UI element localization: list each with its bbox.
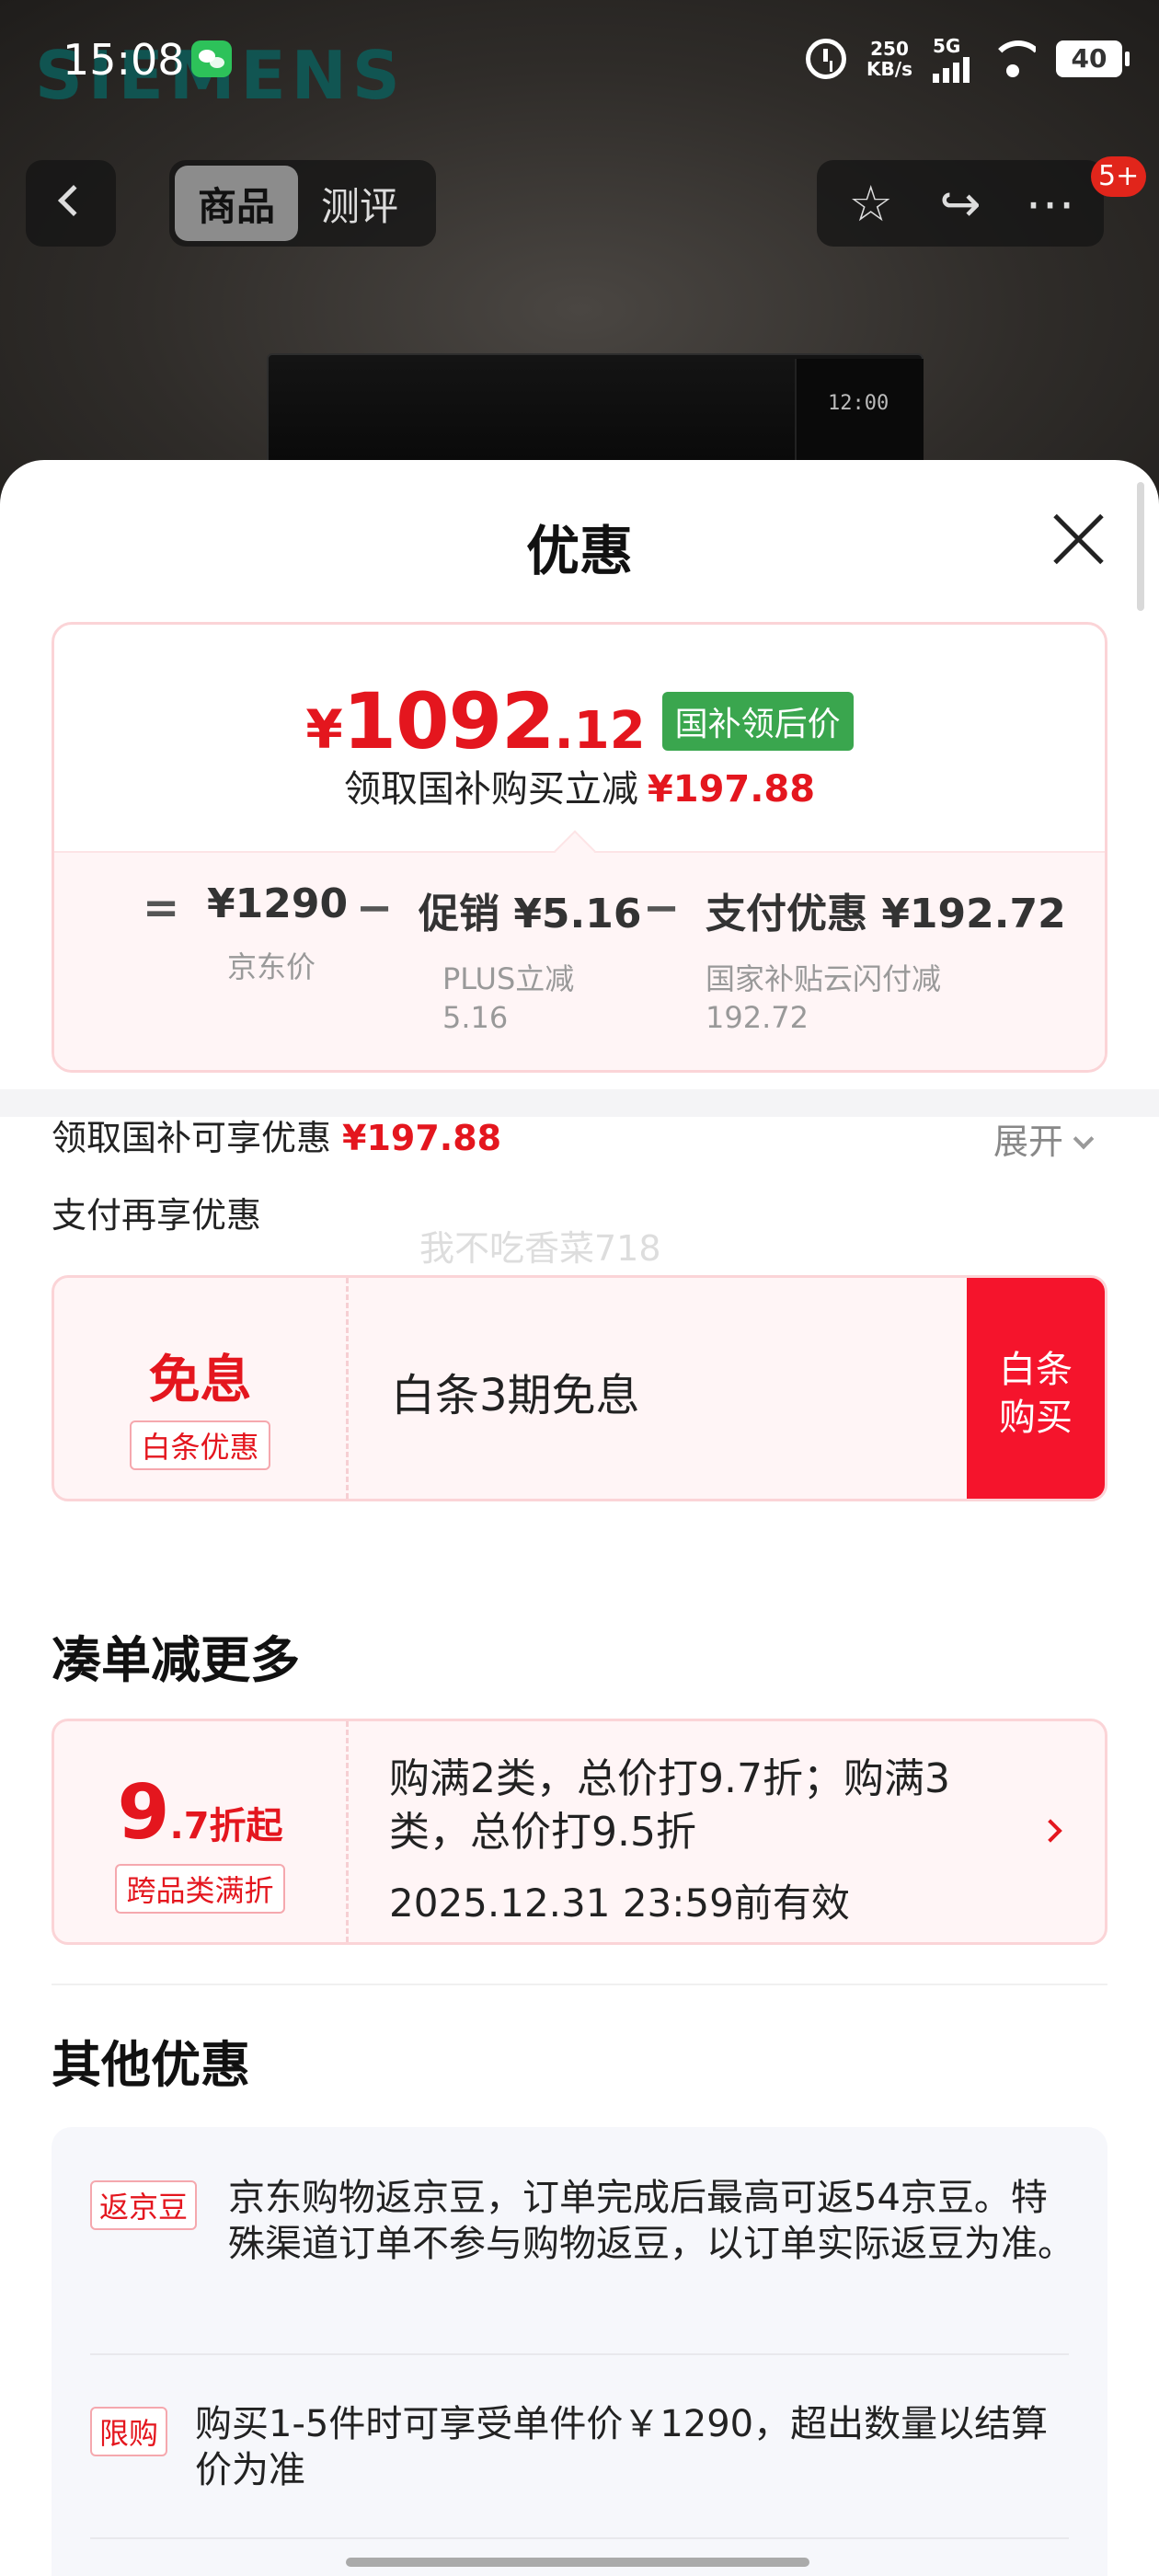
divider [90,2353,1069,2355]
star-icon[interactable]: ☆ [834,175,908,233]
pay-labels: 国家补贴云闪付减 192.72 [706,960,1066,1037]
wifi-icon [990,40,1036,77]
promo-price: 促销 ¥5.16 [419,891,642,937]
watermark: 我不吃香菜718 [419,1228,661,1269]
cross-category-coupon[interactable]: 9.7折起 跨品类满折 购满2类，总价打9.7折；购满3类，总价打9.5折 20… [52,1719,1107,1945]
chevron-right-icon [1039,1819,1062,1843]
price-breakdown: = ¥1290 京东价 − 促销 ¥5.16 PLUS立减 5.16 − 支付优… [54,851,1105,1070]
tab-review[interactable]: 测评 [298,166,421,241]
battery-icon: 40 [1056,40,1130,77]
minus-sign: − [643,882,681,934]
buy-button-line2: 购买 [999,1397,1073,1439]
status-icons: 250 KB/s 5G 40 [806,35,1130,83]
tab-product[interactable]: 商品 [175,166,298,241]
back-button[interactable] [26,160,116,247]
expand-button[interactable]: 展开 [993,1113,1095,1164]
offer-text: 京东购物返京豆，订单完成后最高可返54京豆。特殊渠道订单不参与购物返豆，以订单实… [228,2177,1074,2265]
list-item: 返京豆 京东购物返京豆，订单完成后最高可返54京豆。特殊渠道订单不参与购物返豆，… [90,2175,1074,2267]
price-tag: 国补领后价 [661,692,854,751]
list-item: 限购 购买1-5件时可享受单件价￥1290，超出数量以结算价为准 [90,2401,1074,2493]
other-section-title: 其他优惠 [52,2036,250,2094]
chevron-down-icon [1073,1128,1095,1150]
coupon-tag: 白条优惠 [130,1420,270,1470]
promo-labels: PLUS立减 5.16 [419,960,642,1037]
breakdown-promo: 促销 ¥5.16 PLUS立减 5.16 [419,880,642,1037]
subsidy-row: 领取国补可享优惠 ¥197.88 [52,1110,501,1160]
breakdown-jd-price: ¥1290 京东价 [207,880,348,986]
buy-button-line1: 白条 [999,1349,1073,1391]
section-separator [0,1089,1159,1117]
chevron-left-icon [58,185,89,216]
screen: SIEMENS 12:00 15:08 250 KB/s 5G 40 商品 测评… [0,0,1159,2576]
divider [52,1984,1107,1985]
status-time: 15:08 [63,35,185,85]
pay-label: 国家补贴云闪付减 [706,961,942,996]
tab-switcher: 商品 测评 [169,160,436,247]
sheet-title: 优惠 [525,520,633,582]
network-speed-value: 250 [870,38,909,60]
final-price: ¥ 1092 .12 国补领后价 [54,676,1105,766]
price-integer: 1092 [342,676,556,766]
home-indicator[interactable] [346,2558,809,2567]
coupon-tag: 跨品类满折 [115,1864,285,1914]
promo-label-value: 5.16 [442,1000,509,1035]
price-decimal: .12 [554,701,646,761]
pay-label-value: 192.72 [706,1000,809,1035]
subsidy-amount: ¥197.88 [342,1118,502,1158]
alarm-icon [806,39,847,79]
close-icon[interactable] [1050,512,1106,567]
equals-sign: = [143,882,180,934]
more-section-title: 凑单减更多 [52,1631,300,1689]
price-card: ¥ 1092 .12 国补领后价 领取国补购买立减 ¥197.88 = ¥1290… [52,622,1107,1073]
network-speed-unit: KB/s [866,58,912,80]
nav-actions: ☆ ↪ ⋯ [817,160,1104,247]
product-clock-display: 12:00 [828,392,889,415]
coupon-expiry: 2025.12.31 23:59前有效 [389,1880,850,1926]
signal-bars-icon [933,57,970,83]
offer-tag: 返京豆 [90,2180,198,2230]
more-icon[interactable]: ⋯ [1013,175,1086,233]
offer-tag: 限购 [90,2407,168,2456]
message-badge: 5+ [1091,156,1147,197]
jd-price-label: 京东价 [227,949,316,984]
price-currency: ¥ [305,698,343,761]
offer-text: 购买1-5件时可享受单件价￥1290，超出数量以结算价为准 [195,2403,1049,2491]
saving-line: 领取国补购买立减 ¥197.88 [54,759,1105,812]
signal-type: 5G [933,35,961,57]
divider [90,2537,1069,2539]
share-icon[interactable]: ↪ [924,175,997,233]
pay-discount: 支付优惠 ¥192.72 [706,891,1066,937]
discount-suffix: .7折起 [169,1805,283,1847]
coupon-left: 免息 白条优惠 [54,1278,349,1499]
saving-amount: ¥197.88 [647,768,816,811]
coupon-text: 购满2类，总价打9.7折；购满3类，总价打9.5折 [389,1755,950,1856]
coupon-left: 9.7折起 跨品类满折 [54,1721,349,1942]
other-offers-box: 返京豆 京东购物返京豆，订单完成后最高可返54京豆。特殊渠道订单不参与购物返豆，… [52,2127,1107,2576]
baitiao-buy-button[interactable]: 白条 购买 [967,1278,1105,1499]
jd-price: ¥1290 [207,880,349,927]
coupon-discount: 9.7折起 [54,1769,346,1857]
baitiao-coupon[interactable]: 免息 白条优惠 白条3期免息 白条 购买 [52,1275,1107,1501]
coupon-text: 白条3期免息 [391,1370,640,1421]
saving-text: 领取国补购买立减 [343,768,638,811]
pay-more-label: 支付再享优惠 [52,1195,262,1236]
discount-number: 9 [117,1769,170,1857]
promo-label: PLUS立减 [442,961,575,996]
minus-sign: − [356,882,394,934]
subsidy-label: 领取国补可享优惠 [52,1118,332,1158]
breakdown-pay: 支付优惠 ¥192.72 国家补贴云闪付减 192.72 [706,880,1066,1037]
wechat-icon [191,40,232,77]
coupon-big-text: 免息 [148,1351,252,1410]
network-speed: 250 KB/s [866,39,912,79]
expand-label: 展开 [993,1121,1064,1162]
